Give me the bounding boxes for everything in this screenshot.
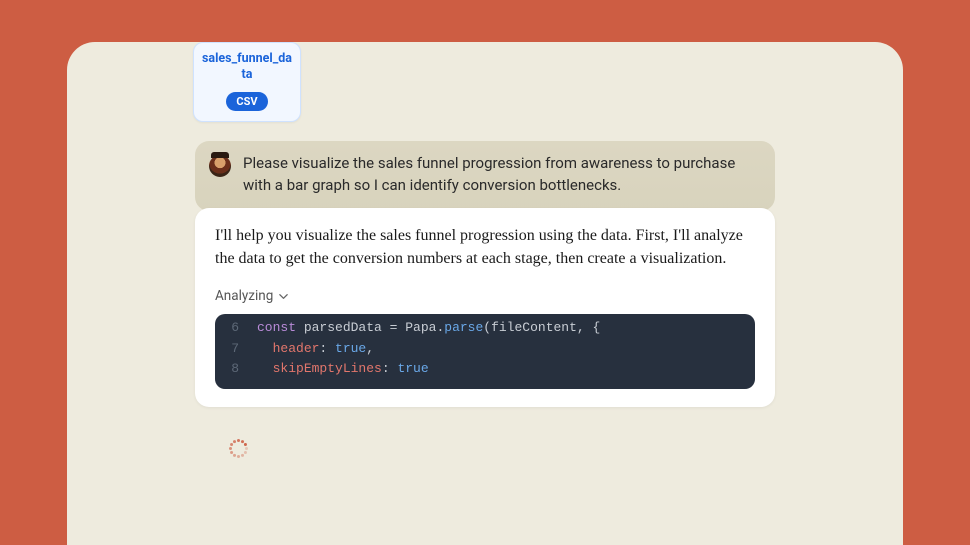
analyzing-toggle[interactable]: Analyzing <box>215 288 289 304</box>
chevron-down-icon <box>278 291 289 302</box>
line-number: 7 <box>231 339 257 359</box>
line-number: 8 <box>231 359 257 379</box>
file-type-badge: CSV <box>226 92 267 111</box>
code-content: skipEmptyLines: true <box>257 359 429 379</box>
code-content: header: true, <box>257 339 374 359</box>
chat-panel: sales_funnel_data CSV Please visualize t… <box>67 42 903 545</box>
analyzing-label: Analyzing <box>215 288 273 304</box>
line-number: 6 <box>231 318 257 338</box>
code-content: const parsedData = Papa.parse(fileConten… <box>257 318 600 338</box>
code-line: 8 skipEmptyLines: true <box>215 359 755 379</box>
user-message: Please visualize the sales funnel progre… <box>195 141 775 211</box>
avatar <box>209 155 231 177</box>
user-message-text: Please visualize the sales funnel progre… <box>243 153 757 197</box>
loading-spinner <box>227 437 247 457</box>
code-block: 6const parsedData = Papa.parse(fileConte… <box>215 314 755 388</box>
file-name: sales_funnel_data <box>202 51 292 82</box>
code-line: 6const parsedData = Papa.parse(fileConte… <box>215 318 755 338</box>
file-attachment-chip[interactable]: sales_funnel_data CSV <box>193 42 301 122</box>
code-line: 7 header: true, <box>215 339 755 359</box>
assistant-message: I'll help you visualize the sales funnel… <box>195 208 775 407</box>
assistant-message-text: I'll help you visualize the sales funnel… <box>215 224 755 270</box>
